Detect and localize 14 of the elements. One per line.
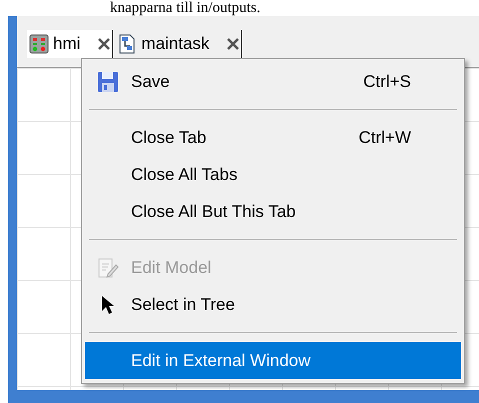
menu-item[interactable]: Select in Tree: [85, 286, 461, 323]
menu-item[interactable]: Edit in External Window: [85, 342, 461, 379]
editor-tab[interactable]: hmi: [27, 30, 114, 58]
panel-icon: [29, 34, 49, 54]
pencil-note-icon: [97, 256, 119, 278]
menu-item[interactable]: Close Tab Ctrl+W: [85, 119, 461, 156]
caption-text: knapparna till in/outputs.: [110, 0, 260, 16]
close-icon[interactable]: [98, 38, 110, 50]
document-icon: [117, 34, 138, 54]
menu-item[interactable]: Save Ctrl+S: [85, 63, 461, 100]
cursor-icon: [100, 294, 116, 314]
menu-item[interactable]: Close All Tabs: [85, 156, 461, 193]
close-icon[interactable]: [227, 38, 240, 50]
menu-item[interactable]: Close All But This Tab: [85, 193, 461, 230]
